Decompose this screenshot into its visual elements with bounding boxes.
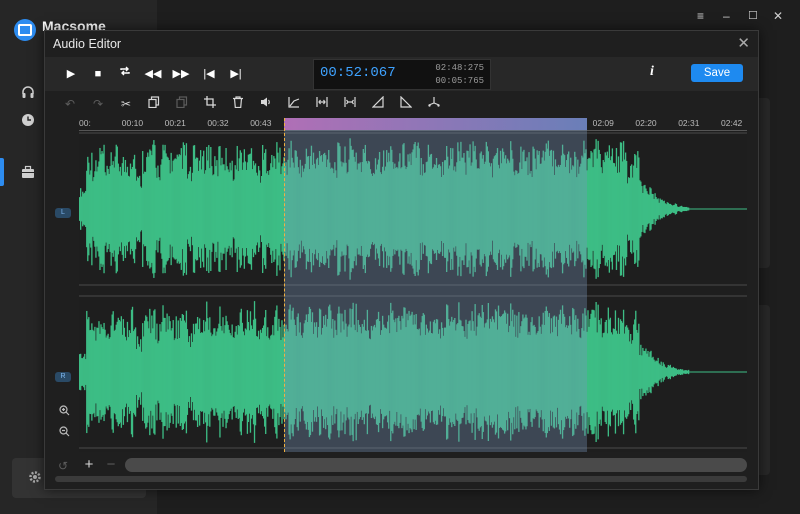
trim-end-icon[interactable]: [342, 96, 358, 112]
edit-toolbar: ↶ ↷ ✂: [45, 91, 758, 117]
fade-out-icon[interactable]: [398, 95, 414, 112]
remove-track-icon[interactable]: −: [103, 457, 119, 473]
ruler-tick: 00:32: [207, 118, 229, 128]
reset-icon[interactable]: ↺: [55, 458, 71, 474]
volume-icon[interactable]: [258, 96, 274, 112]
fast-forward-button[interactable]: ▶▶: [172, 65, 190, 83]
play-button[interactable]: ▶: [62, 65, 80, 83]
cut-icon[interactable]: ✂: [118, 96, 134, 112]
ruler-tick: 02:42: [721, 118, 743, 128]
zoom-out-icon[interactable]: [59, 426, 70, 440]
trim-start-icon[interactable]: [314, 96, 330, 112]
paste-icon[interactable]: [174, 96, 190, 112]
copy-icon[interactable]: [146, 96, 162, 112]
fade-in-icon[interactable]: [286, 96, 302, 112]
ruler-tick: 02:20: [635, 118, 657, 128]
sidebar-active-indicator: [0, 158, 4, 186]
selection-time: 00:05:765: [435, 76, 484, 86]
ruler-tick: 00:: [79, 118, 91, 128]
app-window: Macsome ≡ – ☐ ✕ Audio Editor ✕ ▶ ■ ◀◀ ▶▶…: [0, 0, 800, 514]
current-time: 00:52:067: [320, 65, 396, 81]
delete-icon[interactable]: [230, 96, 246, 112]
ruler-tick: 00:43: [250, 118, 272, 128]
dialog-close-button[interactable]: ✕: [737, 34, 750, 52]
skip-to-end-button[interactable]: ▶|: [227, 65, 245, 83]
loop-button[interactable]: [116, 65, 134, 83]
split-icon[interactable]: [426, 96, 442, 112]
redo-icon[interactable]: ↷: [90, 96, 106, 112]
history-clock-icon[interactable]: [20, 113, 36, 129]
dialog-title: Audio Editor: [53, 37, 122, 51]
total-time: 02:48:275: [435, 63, 484, 73]
transport-bar: ▶ ■ ◀◀ ▶▶ |◀ ▶| 00:52:067 02:48:275 00:0…: [45, 57, 758, 91]
zoom-in-icon[interactable]: [59, 405, 70, 419]
stop-button[interactable]: ■: [89, 65, 107, 83]
skip-to-start-button[interactable]: |◀: [200, 65, 218, 83]
left-channel-label: L: [55, 208, 71, 218]
selection-region[interactable]: [284, 118, 587, 452]
time-display: 00:52:067 02:48:275 00:05:765: [313, 59, 491, 90]
rewind-button[interactable]: ◀◀: [144, 65, 162, 83]
crop-icon[interactable]: [202, 96, 218, 112]
ruler-tick: 02:09: [592, 118, 614, 128]
toolbox-icon[interactable]: [20, 165, 36, 181]
menu-icon[interactable]: ≡: [697, 9, 704, 23]
gear-icon[interactable]: [28, 470, 44, 486]
audio-editor-dialog: Audio Editor ✕ ▶ ■ ◀◀ ▶▶ |◀ ▶| 00:52:067…: [44, 30, 759, 490]
waveform-area[interactable]: [79, 118, 747, 452]
selection-header[interactable]: [284, 118, 587, 130]
headphones-icon[interactable]: [20, 85, 36, 101]
right-channel-label: R: [55, 372, 71, 382]
info-button[interactable]: i: [650, 64, 654, 80]
add-track-icon[interactable]: +: [81, 457, 97, 473]
window-close-button[interactable]: ✕: [773, 9, 783, 23]
waveform-scrollbar[interactable]: [125, 458, 747, 472]
playhead[interactable]: [284, 118, 285, 452]
horizontal-scrollbar[interactable]: [55, 476, 747, 482]
fade-icon[interactable]: [370, 95, 386, 112]
ruler-tick: 00:21: [164, 118, 186, 128]
bottom-controls: ↺ + −: [45, 454, 758, 478]
ruler-tick: 02:31: [678, 118, 700, 128]
maximize-button[interactable]: ☐: [748, 9, 758, 22]
minimize-button[interactable]: –: [723, 9, 730, 23]
ruler-tick: 00:10: [121, 118, 144, 128]
save-button[interactable]: Save: [691, 64, 743, 82]
undo-icon[interactable]: ↶: [62, 96, 78, 112]
app-logo-icon: [14, 19, 36, 41]
